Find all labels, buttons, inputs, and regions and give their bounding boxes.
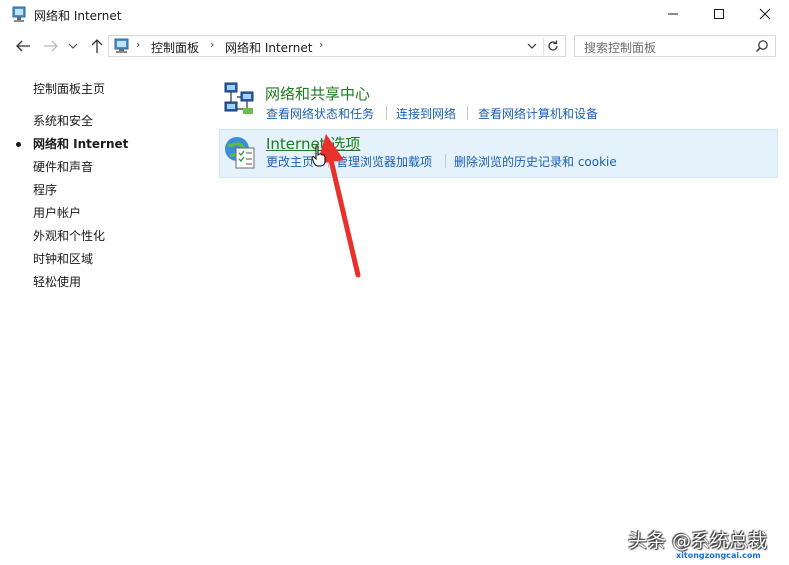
minimize-icon: [668, 13, 678, 15]
link-view-network-status[interactable]: 查看网络状态和任务: [266, 105, 374, 122]
sidebar-item-control-panel-home[interactable]: 控制面板主页: [33, 80, 105, 97]
arrow-right-icon: [44, 40, 58, 52]
hand-cursor-icon: [311, 145, 326, 167]
watermark-text: 头条 @系统总裁: [628, 530, 768, 552]
link-delete-history[interactable]: 删除浏览的历史记录和 cookie: [454, 153, 617, 170]
arrow-left-icon: [16, 40, 30, 52]
link-divider: [445, 154, 446, 168]
sidebar-item-clock-region[interactable]: 时钟和区域: [33, 250, 93, 267]
link-connect-network[interactable]: 连接到网络: [396, 105, 456, 122]
refresh-button[interactable]: [543, 37, 562, 55]
window-title: 网络和 Internet: [34, 9, 122, 23]
sidebar-item-appearance[interactable]: 外观和个性化: [33, 227, 105, 244]
arrow-up-icon: [91, 39, 103, 53]
breadcrumb-separator[interactable]: ›: [210, 38, 214, 51]
address-dropdown-button[interactable]: [523, 37, 541, 55]
breadcrumb-network-internet[interactable]: 网络和 Internet: [225, 39, 312, 56]
link-divider: [386, 106, 387, 120]
back-button[interactable]: [13, 36, 33, 56]
link-divider: [467, 106, 468, 120]
minimize-button[interactable]: [650, 0, 696, 28]
chevron-down-icon: [527, 43, 537, 49]
title-bar: 网络和 Internet: [0, 0, 789, 30]
sidebar-item-hardware-sound[interactable]: 硬件和声音: [33, 158, 93, 175]
sidebar-item-network-internet[interactable]: 网络和 Internet: [33, 135, 128, 152]
maximize-button[interactable]: [696, 0, 742, 28]
maximize-icon: [714, 9, 724, 19]
breadcrumb-separator[interactable]: ›: [136, 38, 140, 51]
network-app-icon: [12, 6, 26, 22]
control-panel-icon: [114, 38, 129, 53]
sidebar-item-ease-of-access[interactable]: 轻松使用: [33, 273, 81, 290]
forward-button[interactable]: [41, 36, 61, 56]
category-title-network-sharing[interactable]: 网络和共享中心: [265, 83, 370, 104]
internet-options-icon[interactable]: [222, 134, 260, 172]
chevron-down-icon: [68, 43, 78, 49]
navigation-bar: › 控制面板 › 网络和 Internet › 搜索控制面板: [0, 31, 789, 61]
search-icon[interactable]: [755, 39, 769, 53]
search-placeholder: 搜索控制面板: [584, 41, 657, 55]
sidebar-item-programs[interactable]: 程序: [33, 181, 57, 198]
search-input[interactable]: 搜索控制面板: [574, 35, 776, 57]
up-button[interactable]: [87, 36, 107, 56]
category-network-sharing: 网络和共享中心 查看网络状态和任务 连接到网络 查看网络计算机和设备: [219, 80, 778, 126]
network-sharing-icon[interactable]: [221, 80, 259, 118]
breadcrumb-separator[interactable]: ›: [319, 38, 323, 51]
link-view-network-computers[interactable]: 查看网络计算机和设备: [478, 105, 598, 122]
sidebar-item-user-accounts[interactable]: 用户帐户: [33, 204, 81, 221]
breadcrumb-control-panel[interactable]: 控制面板: [151, 39, 199, 56]
watermark-url: xitongzongcai.com: [676, 551, 761, 560]
address-bar[interactable]: › 控制面板 › 网络和 Internet ›: [108, 35, 566, 57]
close-button[interactable]: [742, 0, 788, 28]
refresh-icon: [548, 40, 558, 51]
active-indicator: [16, 142, 21, 147]
sidebar-item-system-security[interactable]: 系统和安全: [33, 112, 93, 129]
recent-locations-button[interactable]: [66, 36, 80, 56]
close-icon: [759, 8, 771, 20]
watermark-logo: 头条 @系统总裁 xitongzongcai.com: [620, 520, 785, 564]
